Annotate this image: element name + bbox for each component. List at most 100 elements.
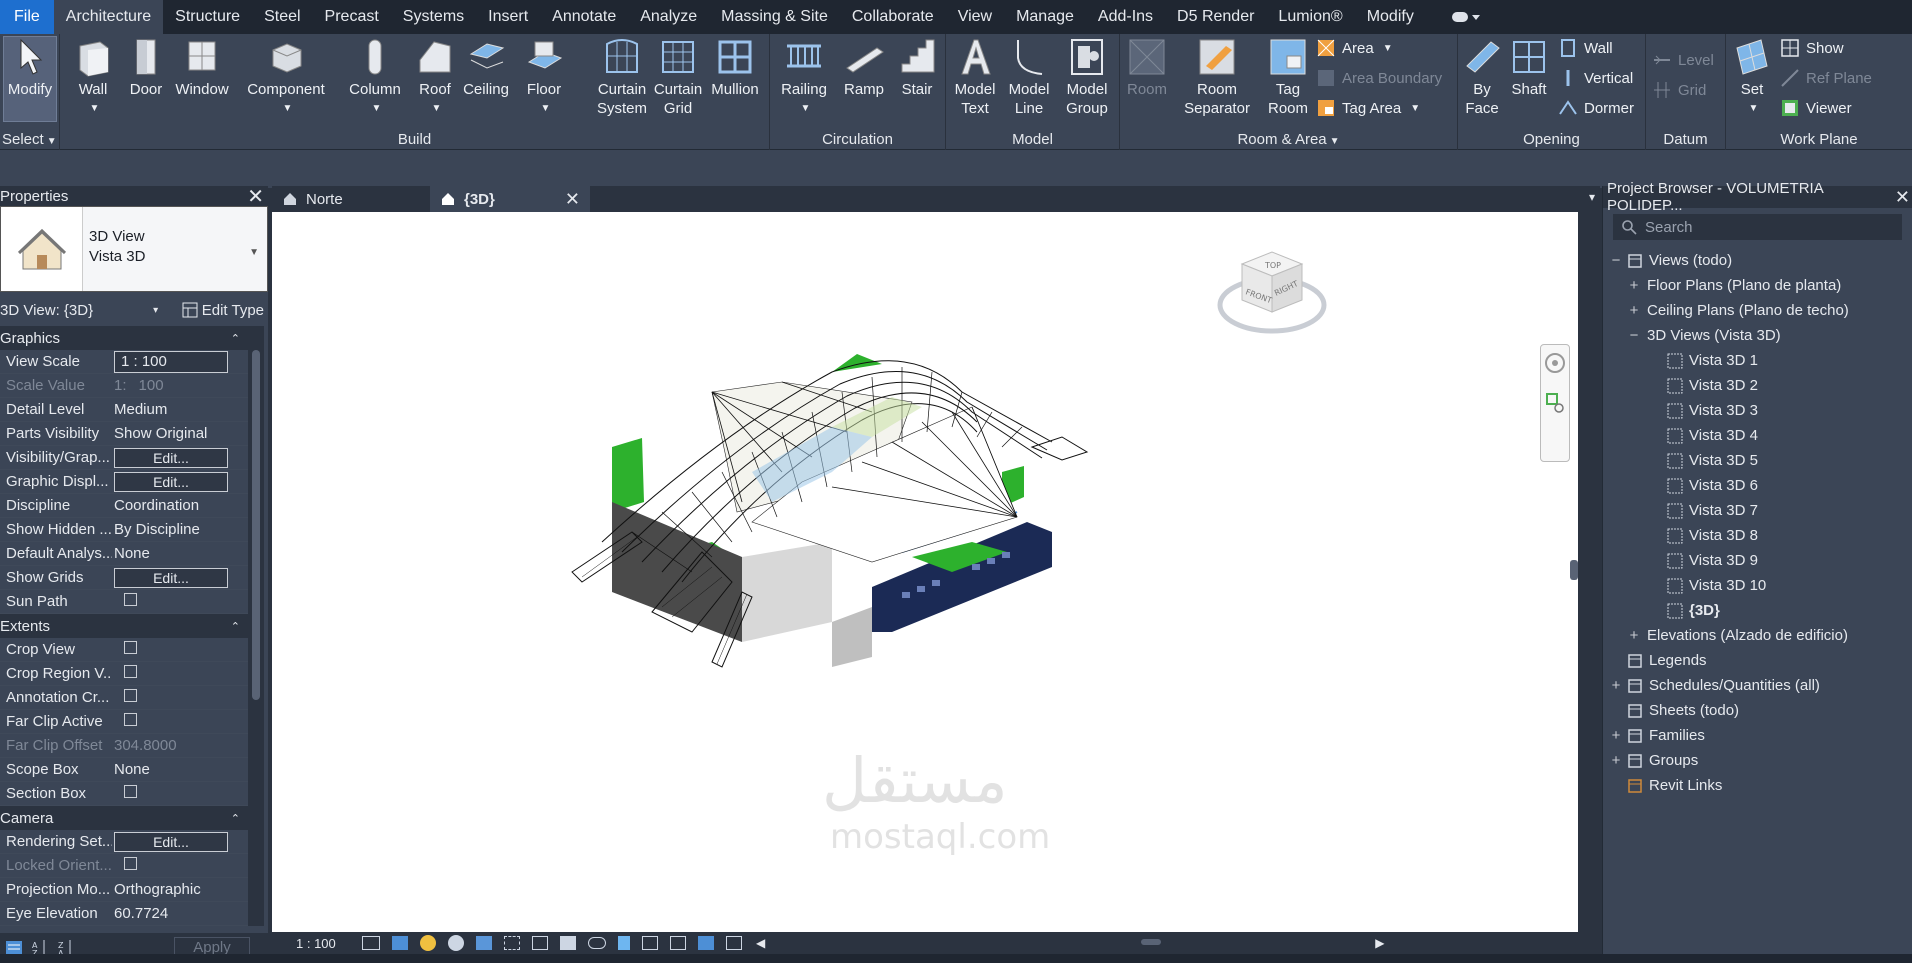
- menu-collaborate[interactable]: Collaborate: [840, 0, 946, 34]
- constraints-icon[interactable]: [726, 936, 742, 950]
- level-button[interactable]: Level: [1652, 50, 1714, 70]
- expand-icon[interactable]: +: [1627, 627, 1641, 644]
- tree-item[interactable]: Vista 3D 1: [1603, 348, 1912, 373]
- tree-item[interactable]: Vista 3D 4: [1603, 423, 1912, 448]
- room-button[interactable]: Room: [1124, 36, 1170, 99]
- model-group-button[interactable]: Model Group: [1058, 36, 1116, 118]
- column-button[interactable]: Column ▼: [344, 36, 406, 118]
- tag-room-button[interactable]: Tag Room: [1256, 36, 1320, 118]
- collapse-icon[interactable]: ⌃: [231, 332, 240, 345]
- viewport-vertical-scrollbar[interactable]: [1578, 212, 1596, 932]
- menu-add-ins[interactable]: Add-Ins: [1086, 0, 1165, 34]
- show-workplane-button[interactable]: Show: [1780, 38, 1844, 58]
- steering-wheel-icon[interactable]: [1541, 345, 1569, 385]
- close-tab-icon[interactable]: ✕: [565, 189, 580, 210]
- collapse-icon[interactable]: −: [1627, 327, 1641, 344]
- menu-d5-render[interactable]: D5 Render: [1165, 0, 1266, 34]
- tree-item[interactable]: Revit Links: [1603, 773, 1912, 798]
- component-button[interactable]: Component ▼: [244, 36, 328, 118]
- checkbox[interactable]: [124, 713, 137, 726]
- menu-lumion[interactable]: Lumion®: [1266, 0, 1354, 34]
- 3d-viewport[interactable]: TOP FRONT RIGHT مستقل mostaql.com: [272, 212, 1578, 932]
- tree-item[interactable]: {3D}: [1603, 598, 1912, 623]
- tree-item[interactable]: + Floor Plans (Plano de planta): [1603, 273, 1912, 298]
- checkbox[interactable]: [124, 641, 137, 654]
- mullion-button[interactable]: Mullion: [706, 36, 764, 99]
- menu-systems[interactable]: Systems: [391, 0, 476, 34]
- by-face-button[interactable]: By Face: [1460, 36, 1504, 118]
- section-graphics[interactable]: Graphics ⌃: [0, 326, 248, 350]
- menu-file[interactable]: File: [0, 0, 54, 34]
- view-scale-field[interactable]: 1 : 100: [114, 350, 228, 373]
- tree-item[interactable]: Vista 3D 3: [1603, 398, 1912, 423]
- checkbox[interactable]: [124, 593, 137, 606]
- shadows-icon[interactable]: [448, 935, 464, 951]
- quick-access-toggle[interactable]: [1451, 8, 1490, 26]
- close-icon[interactable]: ✕: [247, 184, 264, 209]
- analytical-model-icon[interactable]: [670, 936, 686, 950]
- tree-item[interactable]: Vista 3D 6: [1603, 473, 1912, 498]
- collapse-icon[interactable]: −: [1609, 252, 1623, 269]
- tree-item[interactable]: Vista 3D 8: [1603, 523, 1912, 548]
- show-crop-icon[interactable]: [532, 936, 548, 950]
- close-icon[interactable]: ✕: [1895, 187, 1910, 208]
- checkbox[interactable]: [124, 665, 137, 678]
- visual-style-icon[interactable]: [392, 936, 408, 950]
- section-extents[interactable]: Extents ⌃: [0, 614, 248, 638]
- browser-search[interactable]: Search: [1613, 214, 1902, 240]
- expand-icon[interactable]: +: [1627, 302, 1641, 319]
- 3d-model-canvas[interactable]: TOP FRONT RIGHT مستقل mostaql.com: [272, 212, 1578, 932]
- property-value[interactable]: By Discipline: [114, 521, 200, 538]
- window-button[interactable]: Window: [174, 36, 230, 99]
- tree-item[interactable]: Vista 3D 2: [1603, 373, 1912, 398]
- property-value[interactable]: Coordination: [114, 497, 199, 514]
- area-boundary-button[interactable]: Area Boundary: [1316, 68, 1442, 88]
- tab-3d[interactable]: {3D} ✕: [430, 186, 590, 212]
- chevron-down-icon[interactable]: ▼: [249, 247, 259, 258]
- ceiling-button[interactable]: Ceiling: [460, 36, 512, 99]
- properties-scrollbar[interactable]: [248, 326, 264, 926]
- tree-item[interactable]: + Elevations (Alzado de edificio): [1603, 623, 1912, 648]
- menu-manage[interactable]: Manage: [1004, 0, 1086, 34]
- section-camera[interactable]: Camera ⌃: [0, 806, 248, 830]
- scroll-right-icon[interactable]: ▶: [1375, 936, 1384, 950]
- tree-item[interactable]: + Groups: [1603, 748, 1912, 773]
- temporary-hide-icon[interactable]: [588, 937, 606, 949]
- property-value[interactable]: 60.7724: [114, 905, 168, 922]
- type-selector[interactable]: 3D View Vista 3D ▼: [0, 206, 268, 292]
- collapse-icon[interactable]: ⌃: [231, 620, 240, 633]
- menu-precast[interactable]: Precast: [313, 0, 391, 34]
- menu-massing-site[interactable]: Massing & Site: [709, 0, 840, 34]
- model-text-button[interactable]: Model Text: [950, 36, 1000, 118]
- railing-button[interactable]: Railing ▼: [774, 36, 834, 118]
- zoom-icon[interactable]: [1541, 388, 1569, 428]
- area-button[interactable]: Area ▼: [1316, 38, 1393, 58]
- shaft-button[interactable]: Shaft: [1506, 36, 1552, 99]
- tree-item[interactable]: Vista 3D 9: [1603, 548, 1912, 573]
- menu-insert[interactable]: Insert: [476, 0, 540, 34]
- crop-view-icon[interactable]: [504, 936, 520, 950]
- temporary-view-icon[interactable]: [642, 936, 658, 950]
- ref-plane-button[interactable]: Ref Plane: [1780, 68, 1872, 88]
- navigation-bar[interactable]: [1540, 344, 1570, 462]
- scroll-left-icon[interactable]: ◀: [756, 936, 765, 950]
- expand-icon[interactable]: +: [1609, 727, 1623, 744]
- viewer-button[interactable]: Viewer: [1780, 98, 1852, 118]
- view-scale[interactable]: 1 : 100: [296, 936, 356, 951]
- menu-structure[interactable]: Structure: [163, 0, 252, 34]
- checkbox[interactable]: [124, 785, 137, 798]
- search-input[interactable]: Search: [1645, 219, 1693, 236]
- grid-button[interactable]: Grid: [1652, 80, 1706, 100]
- edit-button[interactable]: Edit...: [114, 447, 228, 468]
- modify-tool[interactable]: Modify: [4, 36, 56, 99]
- tree-item[interactable]: Vista 3D 5: [1603, 448, 1912, 473]
- property-value[interactable]: 304.8000: [114, 737, 177, 754]
- set-button[interactable]: Set ▼: [1730, 36, 1774, 118]
- tree-item[interactable]: Vista 3D 7: [1603, 498, 1912, 523]
- dormer-button[interactable]: Dormer: [1558, 98, 1634, 118]
- tree-item[interactable]: Sheets (todo): [1603, 698, 1912, 723]
- menu-annotate[interactable]: Annotate: [540, 0, 628, 34]
- tab-norte[interactable]: Norte: [272, 186, 428, 212]
- instance-selector[interactable]: 3D View: {3D} ▾: [0, 302, 158, 319]
- property-value[interactable]: None: [114, 545, 150, 562]
